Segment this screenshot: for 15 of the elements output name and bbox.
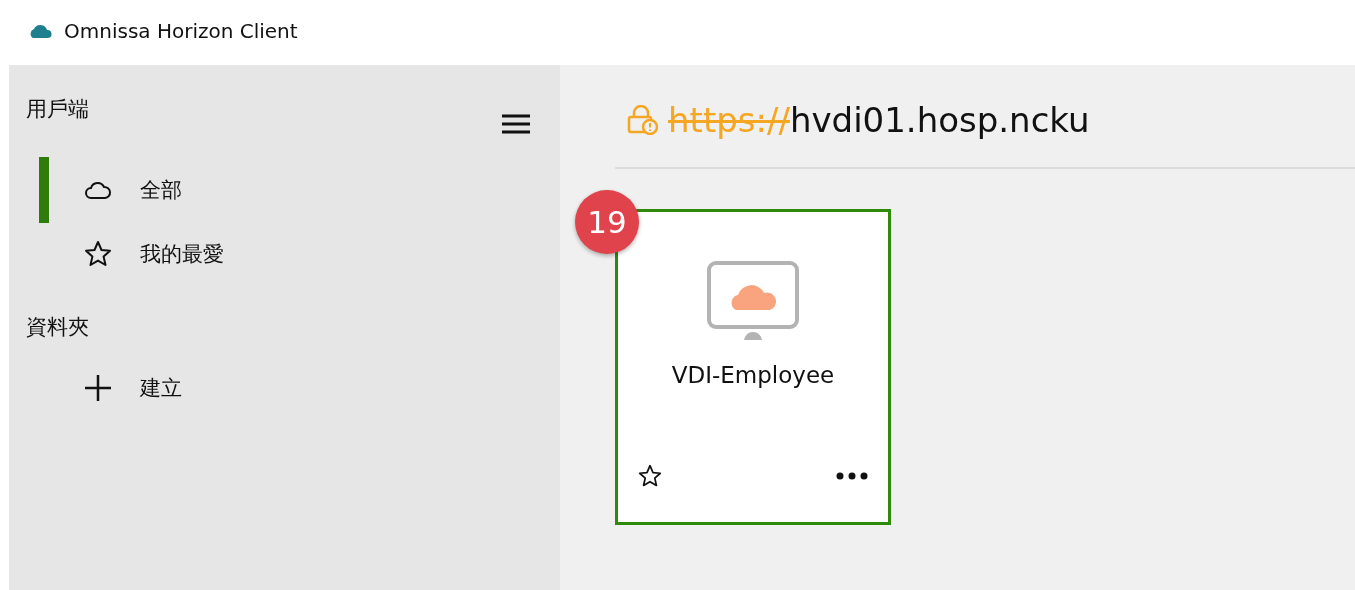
window-title: Omnissa Horizon Client [64, 18, 298, 43]
sidebar-item[interactable]: 建立 [39, 363, 560, 413]
section-heading: 資料夾 [26, 314, 89, 341]
address-text[interactable]: https://hvdi01.hosp.ncku [668, 100, 1090, 140]
cloud-logo-icon [28, 22, 52, 39]
section-heading: 用戶端 [26, 96, 89, 123]
menu-icon[interactable] [501, 113, 531, 135]
star-icon[interactable] [638, 464, 662, 488]
count-badge: 19 [575, 190, 639, 254]
cloud-icon [84, 180, 112, 200]
sidebar-item[interactable]: 我的最愛 [39, 229, 560, 279]
plus-icon [84, 374, 112, 402]
desktop-name: VDI-Employee [671, 362, 835, 388]
star-icon [84, 240, 112, 268]
more-icon[interactable] [836, 472, 868, 480]
